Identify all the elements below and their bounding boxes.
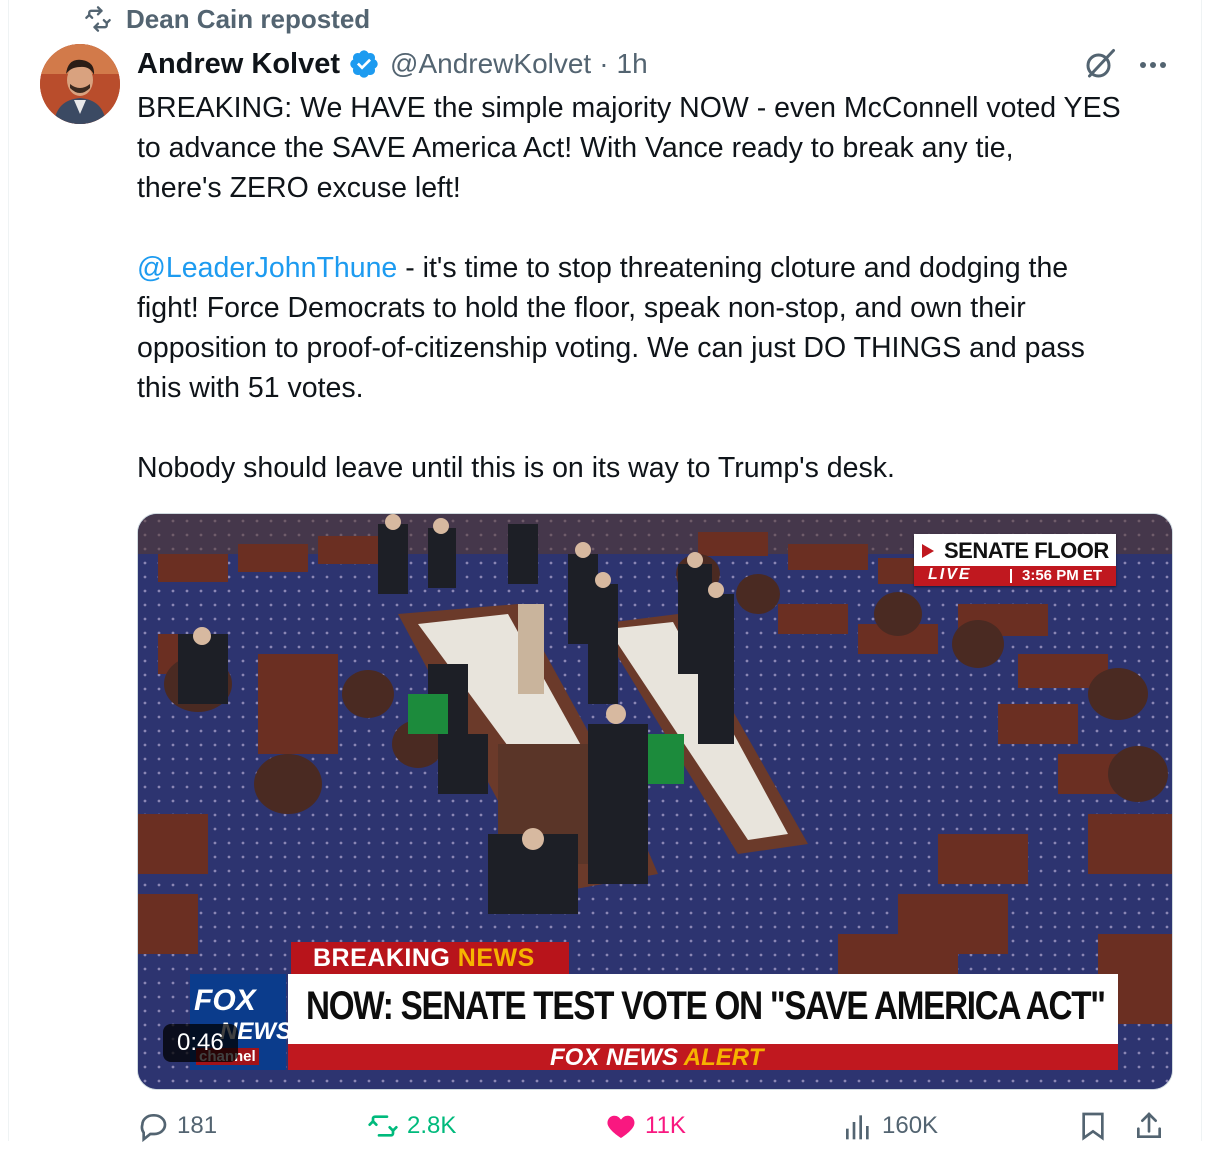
tweet-paragraph-1: BREAKING: We HAVE the simple majority NO… [137,92,1121,204]
video-duration: 0:46 [163,1024,238,1062]
reply-count: 181 [177,1112,218,1139]
reply-icon [140,1114,167,1142]
senate-floor-live-badge: SENATE FLOOR LIVE 3:56 PM ET [914,534,1116,586]
views-button[interactable]: 160K [842,1110,938,1142]
tweet-text: BREAKING: We HAVE the simple majority NO… [137,88,1187,488]
share-icon [1137,1112,1161,1138]
repost-count: 2.8K [407,1112,457,1139]
share-button[interactable] [1133,1110,1165,1142]
more-icon[interactable] [1136,50,1170,80]
like-count: 11K [645,1112,686,1139]
mention-link[interactable]: @LeaderJohnThune [137,252,397,284]
reply-button[interactable]: 181 [137,1110,217,1142]
repost-label[interactable]: Dean Cain reposted [126,4,370,35]
like-button[interactable]: 11K [605,1110,686,1142]
breaking-word: BREAKING [313,944,451,972]
views-chart-icon [846,1115,869,1140]
verified-badge-icon[interactable] [348,48,380,80]
timeline-left-border [8,0,9,1141]
separator-dot: · [599,48,609,79]
bookmark-button[interactable] [1077,1110,1109,1142]
tweet-paragraph-3: Nobody should leave until this is on its… [137,452,895,484]
tweet-actions: 181 2.8K 11K 160K [137,1110,1177,1150]
author-name[interactable]: Andrew Kolvet [137,48,340,81]
alert-word: ALERT [683,1044,764,1071]
view-count: 160K [882,1112,939,1139]
repost-button[interactable]: 2.8K [367,1110,456,1142]
author-handle[interactable]: @AndrewKolvet [390,48,591,80]
avatar[interactable] [40,44,120,124]
breaking-news-tag: BREAKING NEWS [291,942,569,976]
alert-brand: FOX NEWS [550,1044,679,1071]
fox-news-alert-bar: FOX NEWS ALERT [288,1044,1118,1071]
repost-context[interactable]: Dean Cain reposted [84,4,370,34]
logo-line-1: FOX [194,984,256,1017]
grok-icon[interactable] [1082,46,1118,82]
repost-action-icon [368,1115,398,1137]
broadcast-time: 3:56 PM ET [1022,567,1103,584]
news-word: NEWS [457,944,535,972]
heart-icon [607,1115,635,1138]
video-player[interactable]: SENATE FLOOR LIVE 3:56 PM ET BREAKING NE… [137,513,1173,1090]
play-triangle-icon [922,544,934,558]
tweet-paragraph-2: @LeaderJohnThune - it's time to stop thr… [137,248,1187,408]
lower-third: NOW: SENATE TEST VOTE ON "SAVE AMERICA A… [288,974,1118,1046]
location-label: SENATE FLOOR [944,538,1109,563]
repost-icon [85,6,111,32]
chyron-headline: NOW: SENATE TEST VOTE ON "SAVE AMERICA A… [306,984,1106,1028]
timeline-right-border [1201,0,1202,1141]
live-label: LIVE [928,566,972,583]
tweet-header: Andrew Kolvet @AndrewKolvet · 1h [137,44,648,84]
bookmark-icon [1082,1112,1104,1141]
timestamp[interactable]: 1h [617,48,648,80]
